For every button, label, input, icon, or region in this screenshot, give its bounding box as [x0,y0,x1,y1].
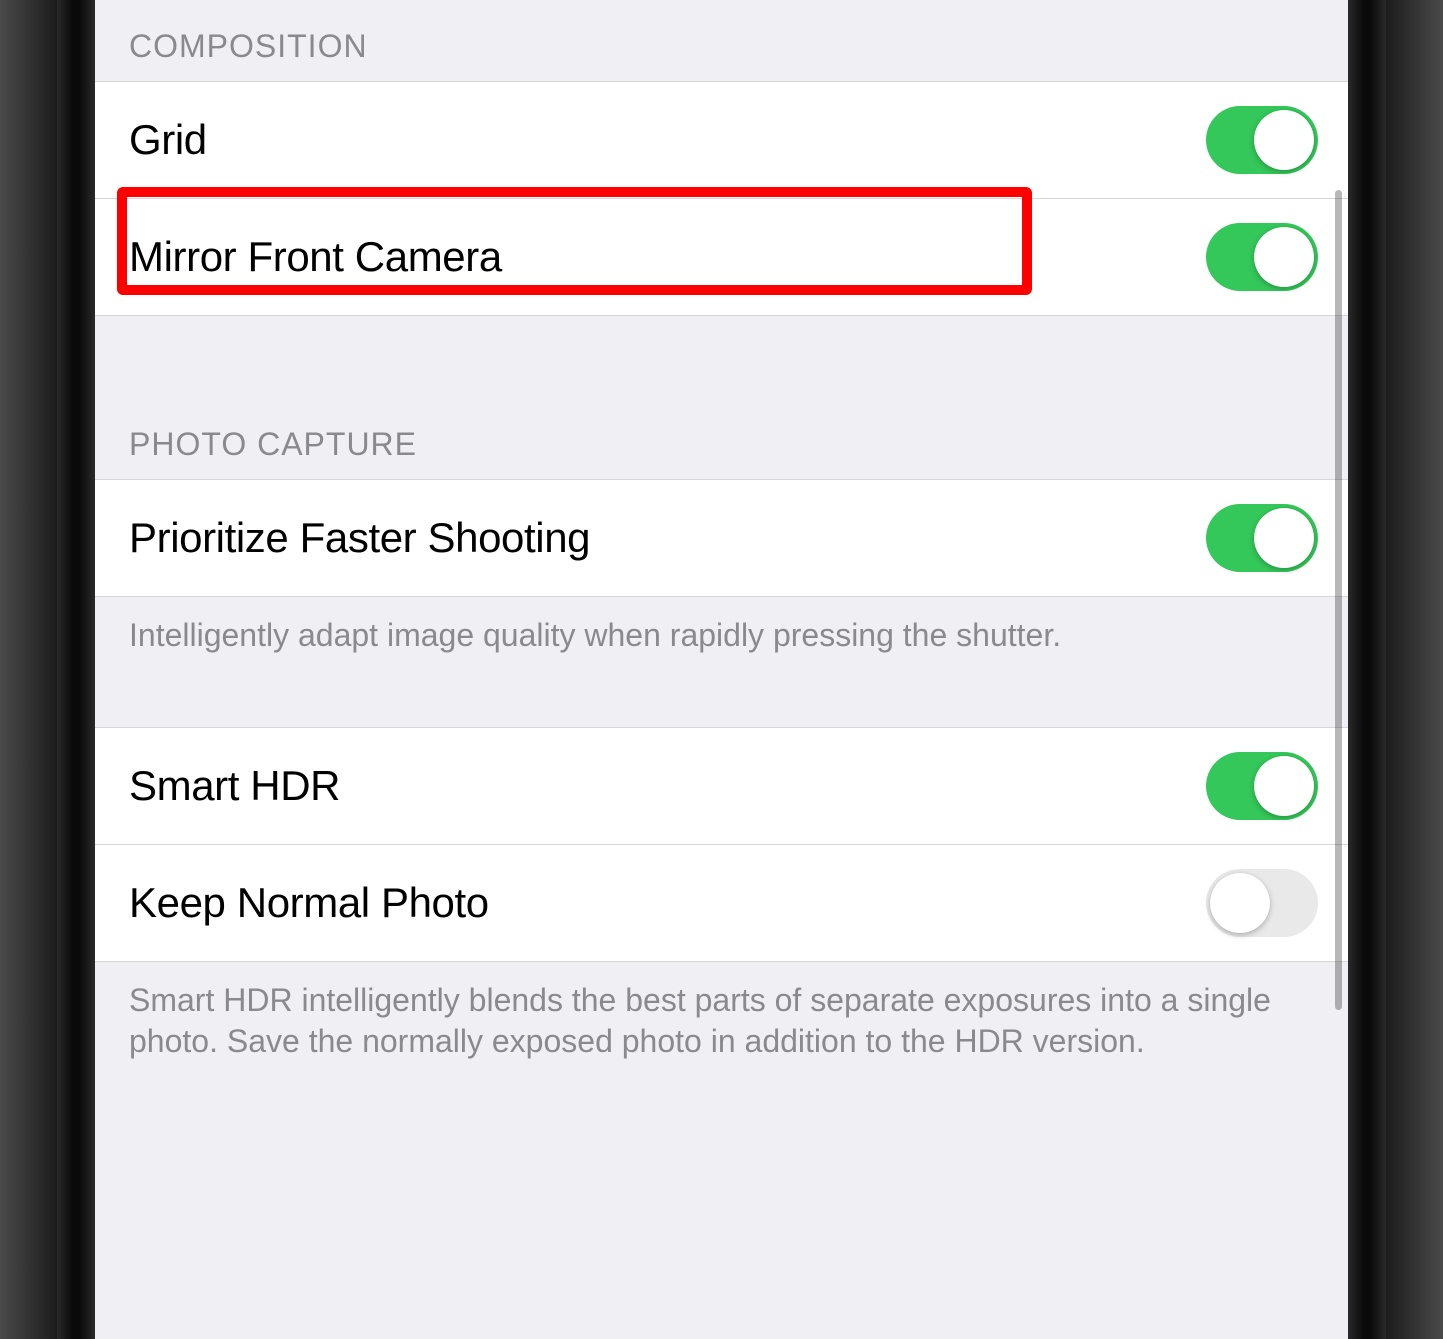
bezel-inner-left [57,0,95,1339]
row-label-grid: Grid [129,116,207,164]
toggle-prioritize-faster-shooting[interactable] [1206,504,1318,572]
section-header-composition: COMPOSITION [95,0,1348,81]
row-label-mirror-front-camera: Mirror Front Camera [129,233,502,281]
bezel-left [0,0,95,1339]
bezel-edge-right [1386,0,1443,1339]
row-smart-hdr[interactable]: Smart HDR [95,727,1348,845]
row-label-keep-normal-photo: Keep Normal Photo [129,879,489,927]
toggle-mirror-front-camera[interactable] [1206,223,1318,291]
toggle-keep-normal-photo[interactable] [1206,869,1318,937]
row-mirror-front-camera[interactable]: Mirror Front Camera [95,199,1348,316]
bezel-edge-left [0,0,57,1339]
settings-screen[interactable]: COMPOSITION Grid Mirror Front Camera PHO… [95,0,1348,1339]
toggle-knob [1254,227,1314,287]
section-header-photo-capture: PHOTO CAPTURE [95,316,1348,479]
row-label-prioritize-faster-shooting: Prioritize Faster Shooting [129,514,590,562]
row-prioritize-faster-shooting[interactable]: Prioritize Faster Shooting [95,479,1348,597]
row-grid[interactable]: Grid [95,81,1348,199]
row-label-smart-hdr: Smart HDR [129,762,340,810]
toggle-smart-hdr[interactable] [1206,752,1318,820]
toggle-knob [1210,873,1270,933]
footer-prioritize-faster-shooting: Intelligently adapt image quality when r… [95,597,1348,677]
toggle-knob [1254,110,1314,170]
bezel-right [1348,0,1443,1339]
toggle-grid[interactable] [1206,106,1318,174]
toggle-knob [1254,756,1314,816]
footer-smart-hdr: Smart HDR intelligently blends the best … [95,962,1348,1083]
row-keep-normal-photo[interactable]: Keep Normal Photo [95,845,1348,962]
device-frame: COMPOSITION Grid Mirror Front Camera PHO… [0,0,1443,1339]
bezel-inner-right [1348,0,1386,1339]
scroll-indicator[interactable] [1335,190,1342,1010]
toggle-knob [1254,508,1314,568]
